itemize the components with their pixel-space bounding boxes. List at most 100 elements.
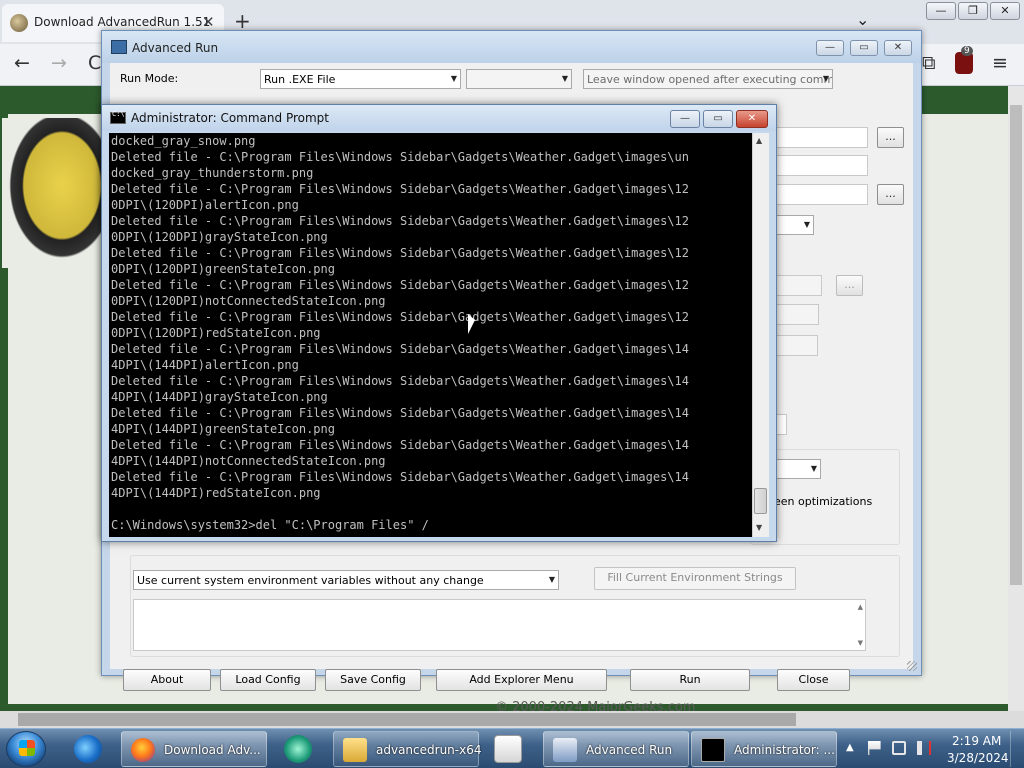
load-config-button[interactable]: Load Config	[220, 669, 316, 691]
clock-date[interactable]: 3/28/2024	[947, 751, 1009, 765]
folder-zip-icon	[343, 738, 367, 762]
console-scroll-thumb[interactable]	[754, 488, 767, 514]
chevron-down-icon: ▼	[548, 575, 555, 584]
browse-program-button[interactable]: ...	[877, 127, 904, 148]
options-select[interactable]: ▼	[770, 459, 821, 479]
console-line: 0DPI\(120DPI)redStateIcon.png	[111, 326, 321, 340]
command-prompt-titlebar[interactable]: Administrator: Command Prompt — ▭ ✕	[102, 105, 776, 131]
advanced-run-minimize-button[interactable]: —	[816, 40, 844, 56]
command-prompt-title: Administrator: Command Prompt	[131, 111, 329, 125]
cmd-close-button[interactable]: ✕	[736, 110, 768, 128]
site-favicon-icon	[10, 14, 28, 32]
close-button[interactable]: Close	[777, 669, 850, 691]
run-mode-select[interactable]: Run .EXE File ▼	[260, 69, 461, 89]
browse-user-button[interactable]: ...	[836, 275, 863, 296]
extensions-icon[interactable]: ⧉	[922, 52, 936, 74]
reload-icon[interactable]: C	[88, 52, 101, 74]
environment-variables-value: Use current system environment variables…	[137, 574, 484, 587]
media-player-icon[interactable]	[494, 735, 522, 763]
console-line: Deleted file - C:\Program Files\Windows …	[111, 150, 689, 164]
page-horizontal-scroll-thumb[interactable]	[18, 713, 796, 726]
network-icon[interactable]	[892, 741, 906, 755]
console-line: Deleted file - C:\Program Files\Windows …	[111, 214, 689, 228]
page-vertical-scroll-thumb[interactable]	[1010, 105, 1022, 585]
advanced-run-close-button[interactable]: ✕	[884, 40, 912, 56]
advanced-run-maximize-button[interactable]: ▭	[850, 40, 878, 56]
forward-arrow-icon[interactable]: →	[51, 52, 67, 74]
windows-logo-icon	[19, 740, 35, 756]
console-line: Deleted file - C:\Program Files\Windows …	[111, 342, 689, 356]
taskbar-item-label: Advanced Run	[586, 743, 673, 757]
back-arrow-icon[interactable]: ←	[14, 52, 30, 74]
console-line: Deleted file - C:\Program Files\Windows …	[111, 406, 689, 420]
messenger-icon[interactable]	[284, 735, 312, 763]
chevron-down-icon: ▼	[822, 74, 829, 83]
taskbar-item-folder[interactable]: advancedrun-x64	[333, 731, 481, 767]
advanced-run-titlebar[interactable]: Advanced Run — ▭ ✕	[102, 31, 921, 63]
cmd-minimize-button[interactable]: —	[670, 110, 700, 128]
scroll-up-icon[interactable]: ▲	[756, 136, 762, 145]
advanced-run-icon	[553, 738, 577, 762]
cmd-maximize-button[interactable]: ▭	[703, 110, 733, 128]
tab-title: Download AdvancedRun 1.51	[34, 15, 211, 29]
list-all-tabs-icon[interactable]: ⌄	[856, 10, 869, 29]
clock-time[interactable]: 2:19 AM	[952, 734, 1001, 748]
console-line: Deleted file - C:\Program Files\Windows …	[111, 310, 689, 324]
ublock-extension-icon[interactable]: 9	[955, 46, 973, 74]
scroll-up-icon[interactable]: ▲	[858, 603, 863, 611]
run-button[interactable]: Run	[630, 669, 750, 691]
chevron-down-icon: ▼	[803, 220, 810, 229]
window-after-execute-select[interactable]: Leave window opened after executing comm…	[583, 69, 833, 89]
save-config-button[interactable]: Save Config	[325, 669, 421, 691]
command-line-field[interactable]	[770, 155, 868, 176]
hamburger-menu-icon[interactable]: ≡	[992, 52, 1008, 74]
start-button[interactable]	[6, 731, 46, 767]
console-output[interactable]: docked_gray_snow.png Deleted file - C:\Pr…	[109, 133, 752, 537]
console-line: docked_gray_snow.png	[111, 134, 256, 148]
internet-explorer-icon[interactable]	[74, 735, 102, 763]
start-directory-field[interactable]	[770, 184, 868, 205]
taskbar-item-browser[interactable]: Download Adv...	[121, 731, 267, 767]
volume-muted-icon[interactable]	[917, 741, 931, 755]
console-line: 0DPI\(120DPI)greenStateIcon.png	[111, 262, 335, 276]
taskbar-item-command-prompt[interactable]: Administrator: ...	[691, 731, 837, 767]
console-line: C:\Windows\system32>del "C:\Program File…	[111, 518, 429, 532]
password-field[interactable]	[770, 304, 819, 325]
extension-badge-count: 9	[961, 46, 973, 56]
action-center-flag-icon[interactable]	[868, 741, 881, 755]
tab-close-icon[interactable]: ✕	[202, 13, 215, 31]
browser-close-button[interactable]: ✕	[990, 2, 1020, 20]
console-line: 4DPI\(144DPI)notConnectedStateIcon.png	[111, 454, 386, 468]
console-vertical-scrollbar[interactable]	[752, 133, 769, 537]
environment-variables-select[interactable]: Use current system environment variables…	[133, 570, 559, 590]
console-line: docked_gray_thunderstorm.png	[111, 166, 314, 180]
taskbar-item-advanced-run[interactable]: Advanced Run	[543, 731, 689, 767]
about-button[interactable]: About	[123, 669, 211, 691]
scroll-down-icon[interactable]: ▼	[756, 523, 762, 532]
resize-grip-icon[interactable]	[907, 661, 917, 671]
run-mode-value: Run .EXE File	[264, 73, 336, 86]
domain-field[interactable]	[770, 335, 818, 356]
add-explorer-menu-button[interactable]: Add Explorer Menu	[436, 669, 607, 691]
secondary-mode-select[interactable]: ▼	[466, 69, 572, 89]
console-line: Deleted file - C:\Program Files\Windows …	[111, 182, 689, 196]
user-name-field[interactable]	[770, 275, 822, 296]
browser-minimize-button[interactable]: —	[926, 2, 956, 20]
program-path-field[interactable]	[770, 127, 868, 148]
environment-strings-textarea[interactable]: ▲ ▼	[133, 599, 866, 651]
scroll-down-icon[interactable]: ▼	[858, 639, 863, 647]
show-hidden-icons-icon[interactable]: ▲	[846, 742, 854, 753]
console-line: 0DPI\(120DPI)notConnectedStateIcon.png	[111, 294, 386, 308]
command-prompt-window: Administrator: Command Prompt — ▭ ✕ dock…	[101, 104, 777, 542]
cmd-icon	[701, 738, 725, 762]
browser-restore-button[interactable]: ❐	[958, 2, 988, 20]
console-line: 4DPI\(144DPI)greenStateIcon.png	[111, 422, 335, 436]
show-desktop-button[interactable]	[1010, 731, 1022, 767]
browse-directory-button[interactable]: ...	[877, 184, 904, 205]
console-line: 0DPI\(120DPI)grayStateIcon.png	[111, 230, 328, 244]
firefox-icon	[131, 738, 155, 762]
window-after-execute-value: Leave window opened after executing comm…	[587, 73, 833, 86]
mouse-cursor-icon	[468, 314, 475, 334]
fill-environment-strings-button[interactable]: Fill Current Environment Strings	[594, 567, 796, 590]
